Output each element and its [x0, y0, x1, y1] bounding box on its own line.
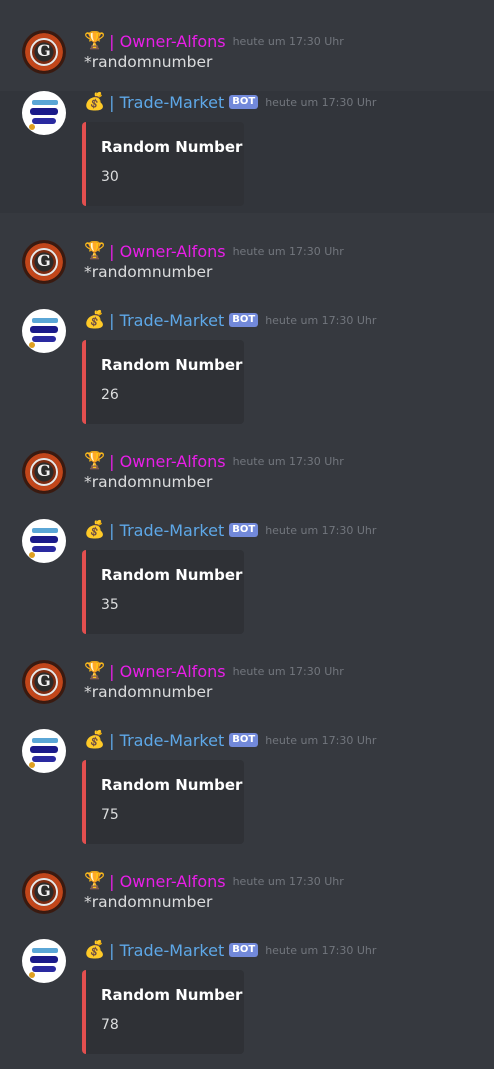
- embed: Random Number 35: [82, 550, 244, 634]
- message-text: *randomnumber: [84, 263, 213, 281]
- timestamp: heute um 17:30 Uhr: [265, 733, 377, 747]
- timestamp: heute um 17:30 Uhr: [265, 95, 377, 109]
- timestamp: heute um 17:30 Uhr: [232, 664, 344, 678]
- avatar[interactable]: [22, 729, 66, 773]
- avatar[interactable]: G: [22, 30, 66, 74]
- timestamp: heute um 17:30 Uhr: [232, 34, 344, 48]
- bot-badge: BOT: [229, 95, 259, 109]
- trophy-icon: 🏆: [84, 450, 106, 471]
- avatar[interactable]: [22, 309, 66, 353]
- timestamp: heute um 17:30 Uhr: [232, 244, 344, 258]
- username[interactable]: | Owner-Alfons: [109, 662, 225, 681]
- timestamp: heute um 17:30 Uhr: [265, 313, 377, 327]
- message-bot[interactable]: 💰 | Trade-Market BOT heute um 17:30 Uhr …: [0, 729, 494, 851]
- username[interactable]: | Owner-Alfons: [109, 242, 225, 261]
- avatar[interactable]: G: [22, 660, 66, 704]
- message-owner[interactable]: G 🏆 | Owner-Alfons heute um 17:30 Uhr *r…: [0, 870, 494, 914]
- username[interactable]: | Trade-Market: [109, 731, 224, 750]
- embed-title: Random Number: [101, 356, 243, 374]
- money-bag-icon: 💰: [84, 939, 106, 960]
- embed-title: Random Number: [101, 986, 243, 1004]
- avatar[interactable]: [22, 519, 66, 563]
- money-bag-icon: 💰: [84, 729, 106, 750]
- money-bag-icon: 💰: [84, 309, 106, 330]
- username[interactable]: | Trade-Market: [109, 311, 224, 330]
- bot-badge: BOT: [229, 523, 259, 537]
- bot-badge: BOT: [229, 943, 259, 957]
- avatar[interactable]: G: [22, 450, 66, 494]
- username[interactable]: | Owner-Alfons: [109, 32, 225, 51]
- message-text: *randomnumber: [84, 473, 213, 491]
- bot-badge: BOT: [229, 313, 259, 327]
- timestamp: heute um 17:30 Uhr: [232, 874, 344, 888]
- embed-title: Random Number: [101, 566, 243, 584]
- trophy-icon: 🏆: [84, 660, 106, 681]
- trophy-icon: 🏆: [84, 30, 106, 51]
- message-owner[interactable]: G 🏆 | Owner-Alfons heute um 17:30 Uhr *r…: [0, 450, 494, 494]
- trophy-icon: 🏆: [84, 240, 106, 261]
- timestamp: heute um 17:30 Uhr: [265, 523, 377, 537]
- username[interactable]: | Owner-Alfons: [109, 452, 225, 471]
- avatar[interactable]: G: [22, 240, 66, 284]
- timestamp: heute um 17:30 Uhr: [265, 943, 377, 957]
- username[interactable]: | Trade-Market: [109, 941, 224, 960]
- message-bot[interactable]: 💰 | Trade-Market BOT heute um 17:30 Uhr …: [0, 519, 494, 641]
- message-text: *randomnumber: [84, 53, 213, 71]
- embed-value: 78: [101, 1017, 119, 1033]
- message-owner[interactable]: G 🏆 | Owner-Alfons heute um 17:30 Uhr *r…: [0, 30, 494, 74]
- embed-value: 30: [101, 169, 119, 185]
- embed: Random Number 75: [82, 760, 244, 844]
- avatar[interactable]: [22, 939, 66, 983]
- username[interactable]: | Trade-Market: [109, 93, 224, 112]
- timestamp: heute um 17:30 Uhr: [232, 454, 344, 468]
- message-owner[interactable]: G 🏆 | Owner-Alfons heute um 17:30 Uhr *r…: [0, 240, 494, 284]
- embed-value: 26: [101, 387, 119, 403]
- message-owner[interactable]: G 🏆 | Owner-Alfons heute um 17:30 Uhr *r…: [0, 660, 494, 704]
- message-bot[interactable]: 💰 | Trade-Market BOT heute um 17:30 Uhr …: [0, 939, 494, 1061]
- embed: Random Number 26: [82, 340, 244, 424]
- message-text: *randomnumber: [84, 893, 213, 911]
- trophy-icon: 🏆: [84, 870, 106, 891]
- message-text: *randomnumber: [84, 683, 213, 701]
- avatar[interactable]: G: [22, 870, 66, 914]
- embed-value: 75: [101, 807, 119, 823]
- embed-title: Random Number: [101, 776, 243, 794]
- message-bot[interactable]: 💰 | Trade-Market BOT heute um 17:30 Uhr …: [0, 309, 494, 431]
- money-bag-icon: 💰: [84, 91, 106, 112]
- username[interactable]: | Trade-Market: [109, 521, 224, 540]
- embed-title: Random Number: [101, 138, 243, 156]
- embed: Random Number 30: [82, 122, 244, 206]
- message-bot[interactable]: 💰 | Trade-Market BOT heute um 17:30 Uhr …: [0, 91, 494, 213]
- embed: Random Number 78: [82, 970, 244, 1054]
- username[interactable]: | Owner-Alfons: [109, 872, 225, 891]
- bot-badge: BOT: [229, 733, 259, 747]
- embed-value: 35: [101, 597, 119, 613]
- money-bag-icon: 💰: [84, 519, 106, 540]
- avatar[interactable]: [22, 91, 66, 135]
